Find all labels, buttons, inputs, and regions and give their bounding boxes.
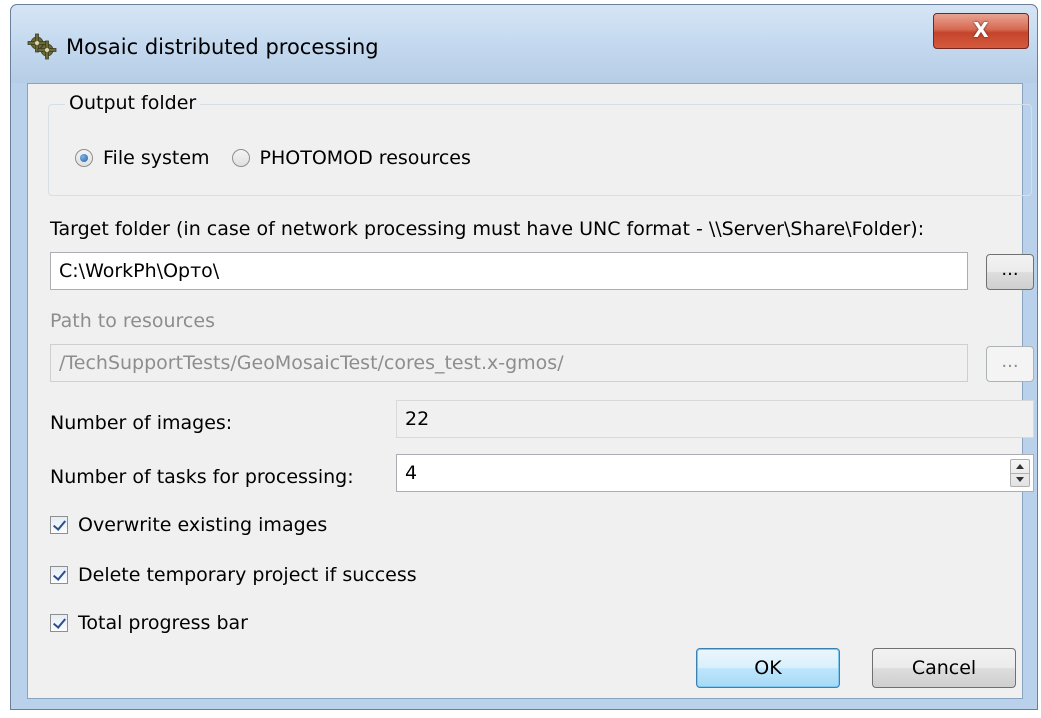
- overwrite-images-row[interactable]: Overwrite existing images: [50, 514, 327, 536]
- total-progress-row[interactable]: Total progress bar: [50, 612, 248, 634]
- tasks-count-spinbox: 4: [396, 454, 1034, 492]
- dialog-body: Output folder File system PHOTOMOD resou…: [27, 83, 1034, 699]
- total-progress-label[interactable]: Total progress bar: [78, 612, 248, 634]
- tasks-count-label: Number of tasks for processing:: [50, 466, 354, 488]
- images-count-field: 22: [396, 400, 1034, 438]
- output-folder-options: File system PHOTOMOD resources: [75, 147, 493, 169]
- close-button[interactable]: X: [933, 13, 1029, 49]
- delete-temp-project-label[interactable]: Delete temporary project if success: [78, 564, 417, 586]
- radio-file-system-label[interactable]: File system: [103, 147, 210, 169]
- dialog-window: Mosaic distributed processing X Output f…: [10, 4, 1038, 710]
- delete-temp-project-row[interactable]: Delete temporary project if success: [50, 564, 417, 586]
- tasks-count-input[interactable]: 4: [396, 454, 1034, 492]
- images-count-label: Number of images:: [50, 412, 233, 434]
- output-folder-title: Output folder: [65, 92, 201, 114]
- window-title: Mosaic distributed processing: [66, 35, 379, 59]
- spin-down-icon[interactable]: [1016, 477, 1024, 482]
- output-folder-group: Output folder File system PHOTOMOD resou…: [48, 92, 1032, 196]
- target-folder-input[interactable]: C:\WorkPh\Орто\: [50, 252, 968, 290]
- spin-up-icon[interactable]: [1016, 464, 1024, 469]
- overwrite-images-label[interactable]: Overwrite existing images: [78, 514, 327, 536]
- resources-path-browse-button: ...: [986, 346, 1034, 382]
- radio-file-system[interactable]: [75, 149, 93, 167]
- gear-icon: [27, 33, 57, 60]
- resources-path-input: /TechSupportTests/GeoMosaicTest/cores_te…: [50, 344, 968, 382]
- resources-path-label: Path to resources: [50, 310, 215, 332]
- radio-photomod-resources-label[interactable]: PHOTOMOD resources: [260, 147, 471, 169]
- spin-divider: [1011, 473, 1029, 474]
- title-bar[interactable]: Mosaic distributed processing X: [11, 5, 1037, 83]
- spinner-arrows-icon[interactable]: [1010, 459, 1030, 487]
- overwrite-images-checkbox[interactable]: [50, 516, 68, 534]
- total-progress-checkbox[interactable]: [50, 614, 68, 632]
- radio-photomod-resources[interactable]: [231, 149, 250, 167]
- ok-button[interactable]: OK: [696, 648, 840, 688]
- delete-temp-project-checkbox[interactable]: [50, 566, 68, 584]
- target-folder-browse-button[interactable]: ...: [986, 254, 1034, 290]
- close-icon: X: [973, 18, 989, 42]
- cancel-button[interactable]: Cancel: [872, 648, 1016, 688]
- target-folder-label: Target folder (in case of network proces…: [50, 218, 925, 240]
